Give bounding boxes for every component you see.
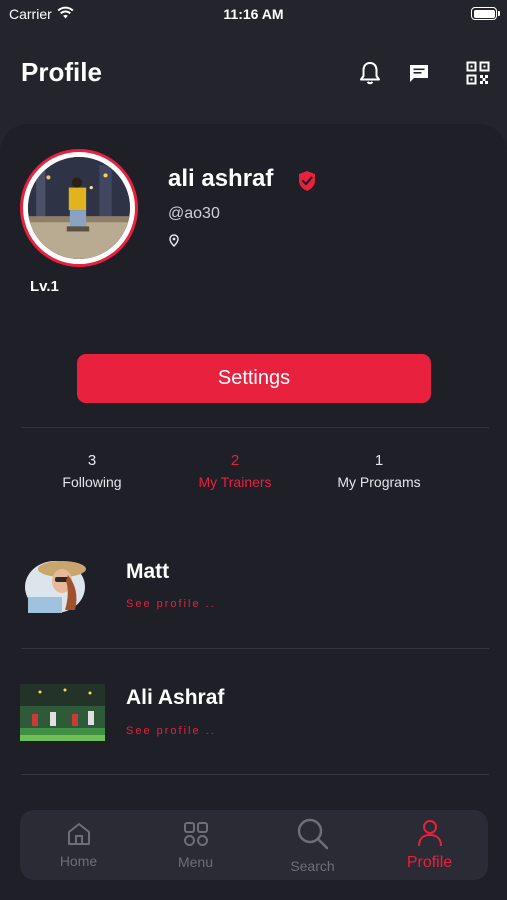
trainer-photo (20, 684, 105, 741)
message-icon[interactable] (406, 60, 432, 86)
home-icon (66, 822, 92, 851)
stat-my-trainers[interactable]: 2 My Trainers (160, 452, 310, 490)
stat-count: 2 (230, 452, 240, 469)
list-item[interactable]: Matt See profile .. (0, 540, 507, 650)
status-bar: Carrier 11:16 AM (0, 0, 507, 28)
profile-screen: Carrier 11:16 AM Profile Lv.1 ali ashraf… (0, 0, 507, 900)
tab-home[interactable]: Home (20, 810, 137, 880)
stat-label: My Trainers (198, 474, 272, 490)
user-level: Lv.1 (30, 278, 59, 295)
stat-count: 3 (87, 452, 97, 469)
user-handle: @ao30 (168, 205, 220, 222)
see-profile-link[interactable]: See profile .. (126, 598, 216, 610)
user-name: ali ashraf (168, 165, 274, 192)
status-time: 11:16 AM (223, 6, 284, 22)
tab-profile[interactable]: Profile (371, 810, 488, 880)
search-icon (296, 817, 330, 856)
battery-icon (471, 7, 500, 20)
tab-label: Home (59, 852, 98, 869)
see-profile-link[interactable]: See profile .. (126, 725, 216, 737)
stat-count: 1 (374, 452, 384, 469)
tab-menu[interactable]: Menu (137, 810, 254, 880)
stat-label: My Programs (337, 474, 421, 490)
tab-label: Profile (406, 853, 453, 871)
tab-bar: Home Menu Search Profile (20, 810, 488, 880)
list-item[interactable]: Ali Ashraf See profile .. (0, 666, 507, 776)
verified-badge-icon (297, 170, 317, 197)
qr-code-icon[interactable] (465, 60, 491, 86)
settings-button[interactable]: Settings (77, 354, 431, 403)
battery-level (473, 9, 495, 18)
tab-search[interactable]: Search (254, 810, 371, 880)
stat-my-programs[interactable]: 1 My Programs (304, 452, 454, 490)
trainer-photo (20, 555, 90, 613)
avatar[interactable] (20, 149, 138, 267)
trainer-name: Matt (126, 560, 170, 583)
divider (21, 648, 489, 649)
grid-icon (183, 821, 209, 852)
page-title: Profile (21, 57, 102, 87)
location-pin-icon (169, 234, 179, 252)
user-icon (417, 819, 443, 852)
bell-icon[interactable] (357, 60, 383, 86)
stat-following[interactable]: 3 Following (17, 452, 167, 490)
divider (21, 774, 489, 775)
trainer-name: Ali Ashraf (126, 686, 225, 709)
divider (21, 427, 489, 428)
avatar-photo (28, 157, 130, 259)
tab-label: Search (290, 857, 335, 874)
stat-label: Following (62, 474, 122, 490)
tab-label: Menu (177, 853, 214, 870)
battery-tip (498, 11, 500, 16)
